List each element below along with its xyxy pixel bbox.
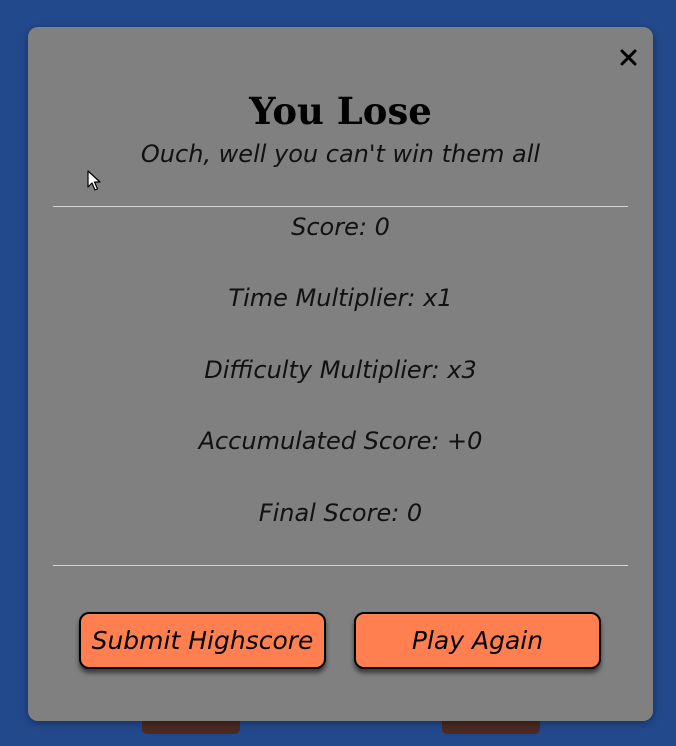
score-text: Score: 0 <box>291 213 390 241</box>
submit-highscore-button[interactable]: Submit Highscore <box>79 612 326 669</box>
divider-top <box>53 206 628 207</box>
game-over-modal: You Lose Ouch, well you can't win them a… <box>28 27 653 721</box>
divider-bottom <box>53 565 628 566</box>
time-multiplier-text: Time Multiplier: x1 <box>228 284 453 312</box>
close-icon[interactable] <box>617 45 641 69</box>
difficulty-multiplier-text: Difficulty Multiplier: x3 <box>204 356 477 384</box>
accumulated-score-text: Accumulated Score: +0 <box>198 427 483 455</box>
play-again-button[interactable]: Play Again <box>354 612 601 669</box>
modal-title: You Lose <box>249 89 432 133</box>
modal-subtitle: Ouch, well you can't win them all <box>140 140 541 168</box>
final-score-text: Final Score: 0 <box>258 499 423 527</box>
